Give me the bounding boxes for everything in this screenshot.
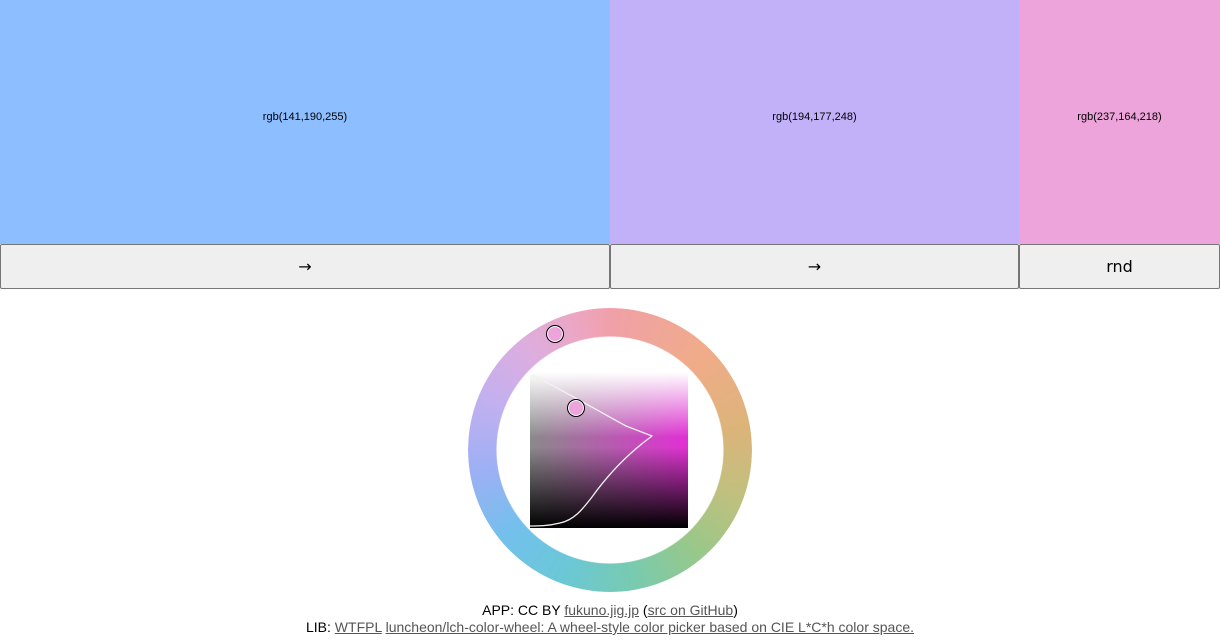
next-color-button-2[interactable]: → [610, 244, 1019, 289]
swatch-1-label: rgb(141,190,255) [262, 110, 348, 123]
app-credit-suffix: ) [733, 602, 738, 618]
chroma-lightness-square[interactable] [530, 372, 688, 528]
author-link[interactable]: fukuno.jig.jp [564, 602, 639, 618]
app-credit-mid: ( [639, 602, 648, 618]
app-credit: APP: CC BY fukuno.jig.jp (src on GitHub) [0, 602, 1220, 618]
hue-handle[interactable] [546, 325, 564, 343]
swatch-bar: rgb(141,190,255) rgb(194,177,248) rgb(23… [0, 0, 1220, 244]
gamut-boundary-line [530, 374, 653, 527]
lib-credit-prefix: LIB: [306, 619, 335, 635]
app-credit-prefix: APP: CC BY [482, 602, 565, 618]
controls-bar: → → rnd [0, 244, 1220, 289]
swatch-3-label: rgb(237,164,218) [1077, 110, 1162, 123]
lib-credit: LIB: WTFPL luncheon/lch-color-wheel: A w… [0, 619, 1220, 635]
swatch-1: rgb(141,190,255) [0, 0, 610, 244]
random-button[interactable]: rnd [1019, 244, 1220, 289]
chroma-lightness-handle[interactable] [567, 399, 585, 417]
swatch-2: rgb(194,177,248) [610, 0, 1019, 244]
lch-color-wheel[interactable] [468, 308, 752, 592]
license-link[interactable]: WTFPL [335, 619, 382, 635]
swatch-3: rgb(237,164,218) [1019, 0, 1220, 244]
next-color-button-1[interactable]: → [0, 244, 610, 289]
source-link[interactable]: src on GitHub [648, 602, 734, 618]
swatch-2-label: rgb(194,177,248) [772, 110, 857, 123]
library-link[interactable]: luncheon/lch-color-wheel: A wheel-style … [386, 619, 914, 635]
